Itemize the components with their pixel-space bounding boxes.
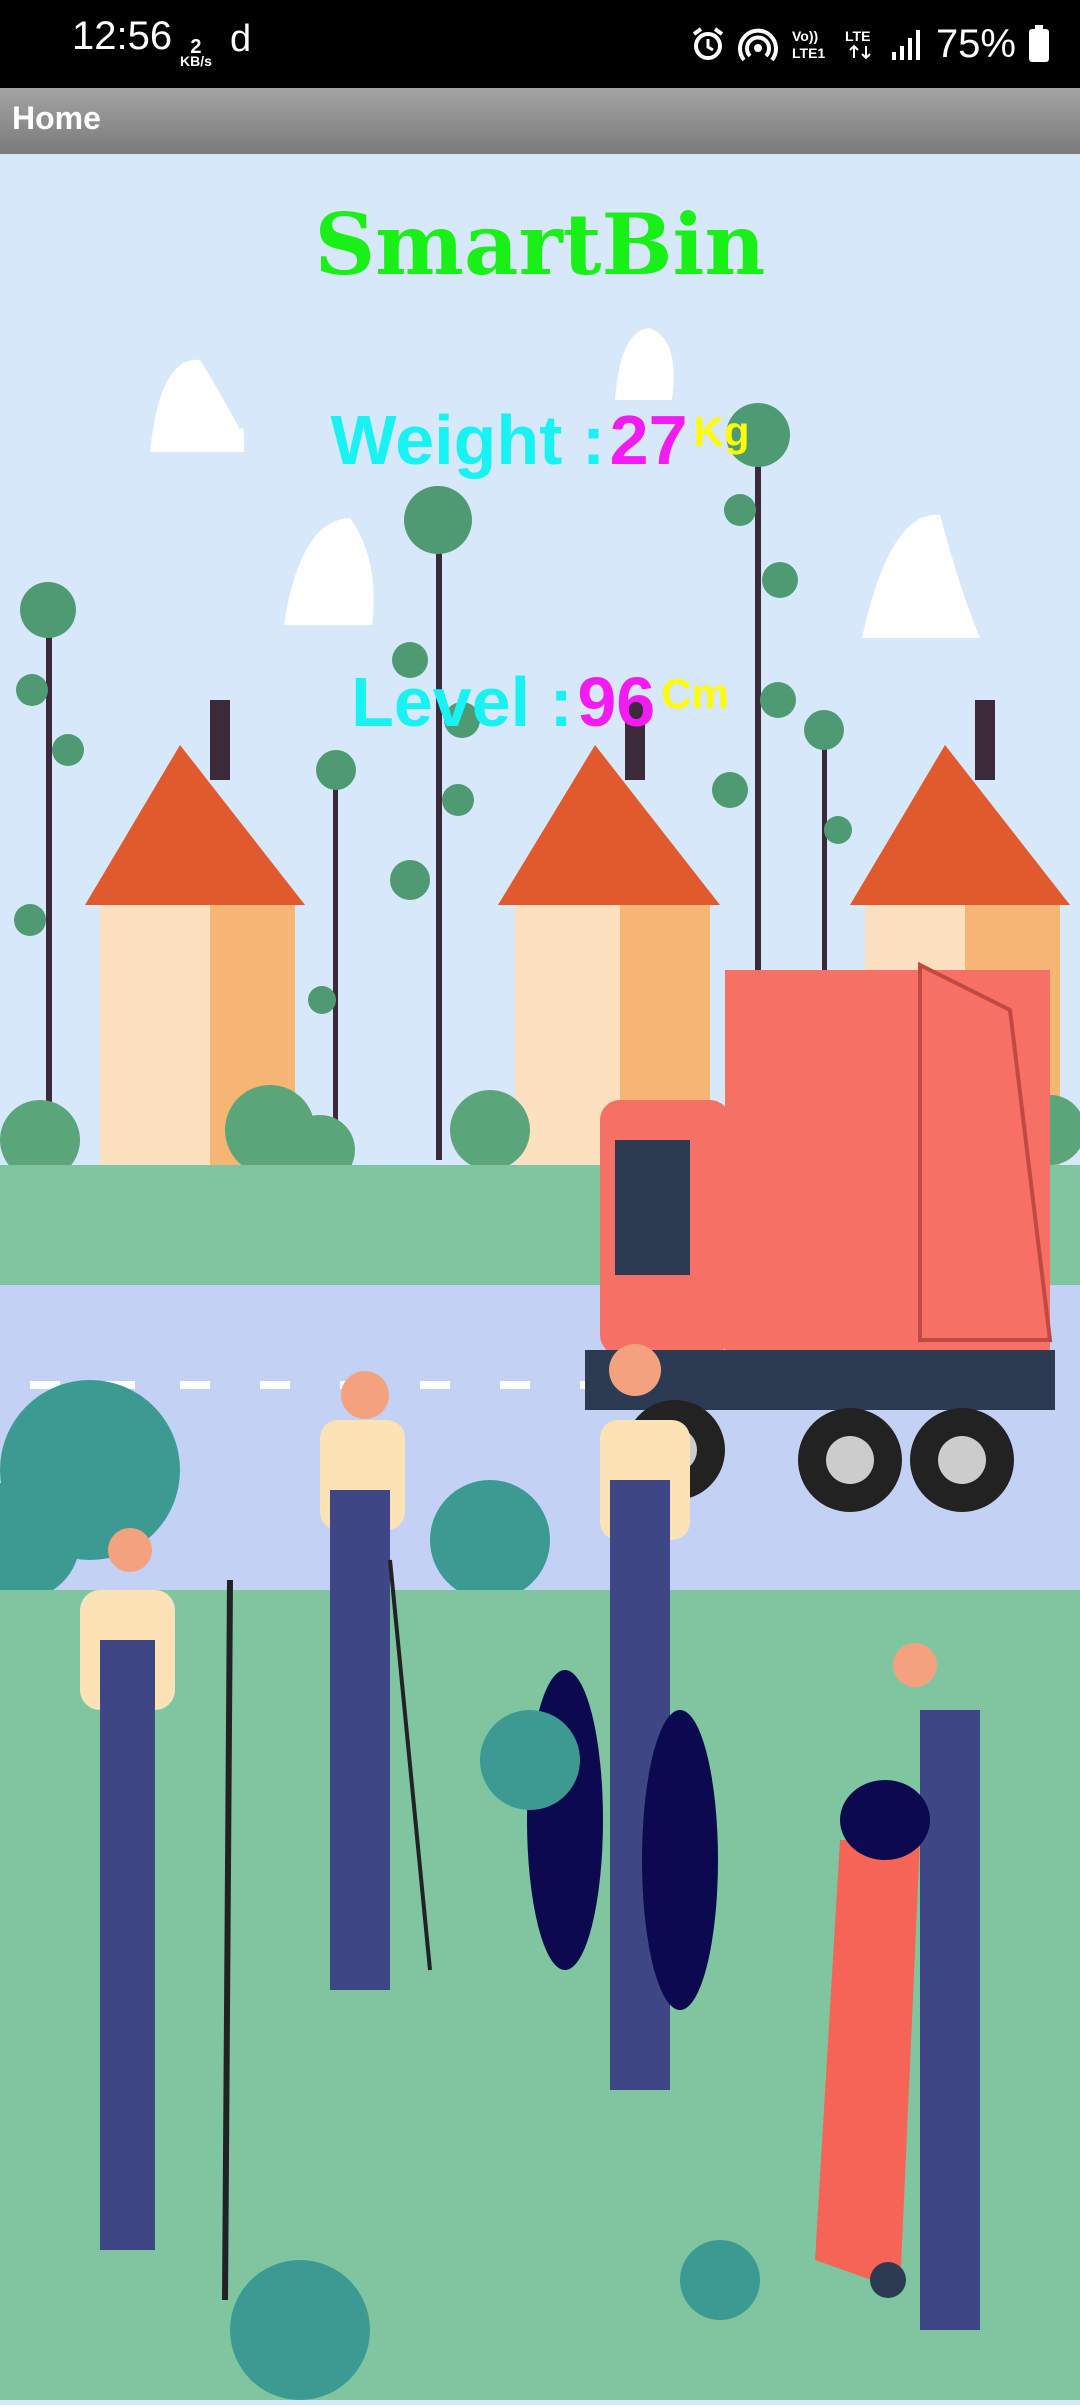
lte-icon: LTE <box>844 26 878 62</box>
level-row: Level : 96 Cm <box>0 662 1080 742</box>
hotspot-icon <box>738 26 778 62</box>
app-bar: Home <box>0 88 1080 154</box>
battery-percent: 75% <box>935 21 1016 66</box>
waste-collection-scene <box>0 154 1080 2400</box>
weight-row: Weight : 27 Kg <box>0 400 1080 480</box>
level-label: Level : <box>351 663 573 741</box>
net-speed-value: 2 <box>190 36 202 58</box>
app-notification-icon: d <box>230 18 252 60</box>
weight-label: Weight : <box>330 401 606 479</box>
level-unit: Cm <box>661 670 729 717</box>
battery-icon <box>1028 25 1050 63</box>
status-time: 12:56 <box>72 14 173 58</box>
signal-icon <box>890 26 924 62</box>
level-value: 96 <box>577 663 656 741</box>
weight-value: 27 <box>609 401 688 479</box>
weight-unit: Kg <box>693 408 750 455</box>
svg-text:LTE: LTE <box>845 28 870 44</box>
status-bar: 12:56 2 KB/s d Vo)) LTE1 LTE 75% <box>0 0 1080 88</box>
svg-text:LTE1: LTE1 <box>792 45 825 61</box>
volte-icon: Vo)) LTE1 <box>790 26 832 62</box>
net-speed-unit: KB/s <box>180 53 212 69</box>
net-speed: 2 KB/s <box>180 36 212 69</box>
alarm-icon <box>690 26 726 62</box>
status-icons: Vo)) LTE1 LTE 75% <box>690 14 1050 74</box>
svg-text:Vo)): Vo)) <box>792 28 818 44</box>
page-title: SmartBin <box>314 195 766 294</box>
background-illustration <box>0 154 1080 2400</box>
app-bar-title: Home <box>12 100 101 136</box>
